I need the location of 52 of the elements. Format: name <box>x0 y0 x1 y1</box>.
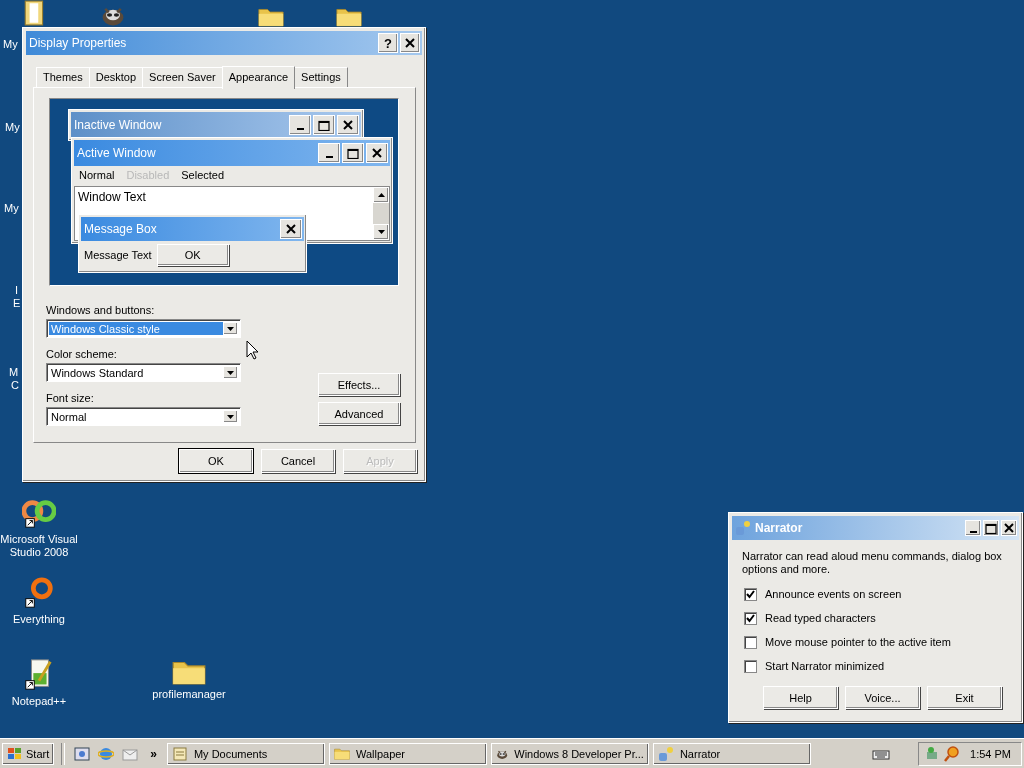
desktop-icon-label[interactable]: Microsoft Visual Studio 2008 <box>0 533 78 559</box>
start-button[interactable]: Start <box>2 742 55 765</box>
tab[interactable]: Themes <box>36 67 90 87</box>
message-text: Message Text <box>84 249 152 261</box>
desktop-icon-label[interactable]: profilemanager <box>152 688 226 702</box>
dropdown[interactable]: Normal <box>46 407 241 426</box>
tab[interactable]: Settings <box>294 67 348 87</box>
window-text: Window Text <box>78 190 146 204</box>
dialog-button[interactable]: Help <box>763 686 838 709</box>
desktop-icon-label: My <box>4 202 19 214</box>
checkbox-option[interactable]: Read typed characters <box>742 606 1009 630</box>
desktop-icon-label: I <box>15 284 19 296</box>
desktop-icon-label: My <box>3 38 18 50</box>
window-title: Inactive Window <box>74 118 162 132</box>
field-label: Color scheme: <box>46 348 118 360</box>
desktop-icon-label: C <box>11 379 19 391</box>
dropdown[interactable]: Windows Classic style <box>46 319 241 338</box>
description-text: Narrator can read aloud menu commands, dialog box options and more. <box>742 550 1003 576</box>
taskbar-button[interactable]: Narrator <box>652 742 811 765</box>
dialog-button[interactable]: Exit <box>927 686 1002 709</box>
menu-item[interactable]: Normal <box>79 169 115 183</box>
dialog-button[interactable]: OK <box>179 449 253 473</box>
desktop-icon-label: E <box>13 297 21 309</box>
help-button[interactable]: ? <box>378 33 398 53</box>
dialog-button[interactable]: Cancel <box>261 449 335 473</box>
tab[interactable]: Desktop <box>88 67 144 87</box>
field-label: Windows and buttons: <box>46 304 156 316</box>
menu-item[interactable]: Selected <box>181 169 225 183</box>
checkbox-option[interactable]: Move mouse pointer to the active item <box>742 630 1009 654</box>
taskbar-button[interactable]: Windows 8 Developer Pr... <box>490 742 649 765</box>
window-title: Display Properties <box>29 36 128 50</box>
taskbar-button[interactable]: My Documents <box>166 742 325 765</box>
field-label: Font size: <box>46 392 95 404</box>
taskbar-button[interactable]: Wallpaper <box>328 742 487 765</box>
checkbox-option[interactable]: Announce events on screen <box>742 582 1009 606</box>
window-title: Active Window <box>77 146 156 160</box>
desktop-icon-label: M <box>9 366 19 378</box>
window-title: Narrator <box>755 521 804 535</box>
more-button[interactable]: » <box>150 746 157 761</box>
window-title: Message Box <box>84 222 157 236</box>
ok-button[interactable]: OK <box>156 244 229 266</box>
dropdown[interactable]: Windows Standard <box>46 363 241 382</box>
desktop-icon-label[interactable]: Everything <box>13 613 65 626</box>
dialog-button[interactable]: Advanced <box>318 402 400 425</box>
checkbox-option[interactable]: Start Narrator minimized <box>742 654 1009 678</box>
dialog-button[interactable]: Effects... <box>318 373 400 396</box>
clock[interactable]: 1:54 PM <box>970 747 1011 760</box>
desktop-icon-label: My <box>5 121 20 133</box>
tab[interactable]: Appearance <box>221 66 296 89</box>
dialog-button[interactable]: Voice... <box>845 686 920 709</box>
desktop-icon-label[interactable]: Notepad++ <box>11 695 67 708</box>
tab[interactable]: Screen Saver <box>142 67 223 87</box>
